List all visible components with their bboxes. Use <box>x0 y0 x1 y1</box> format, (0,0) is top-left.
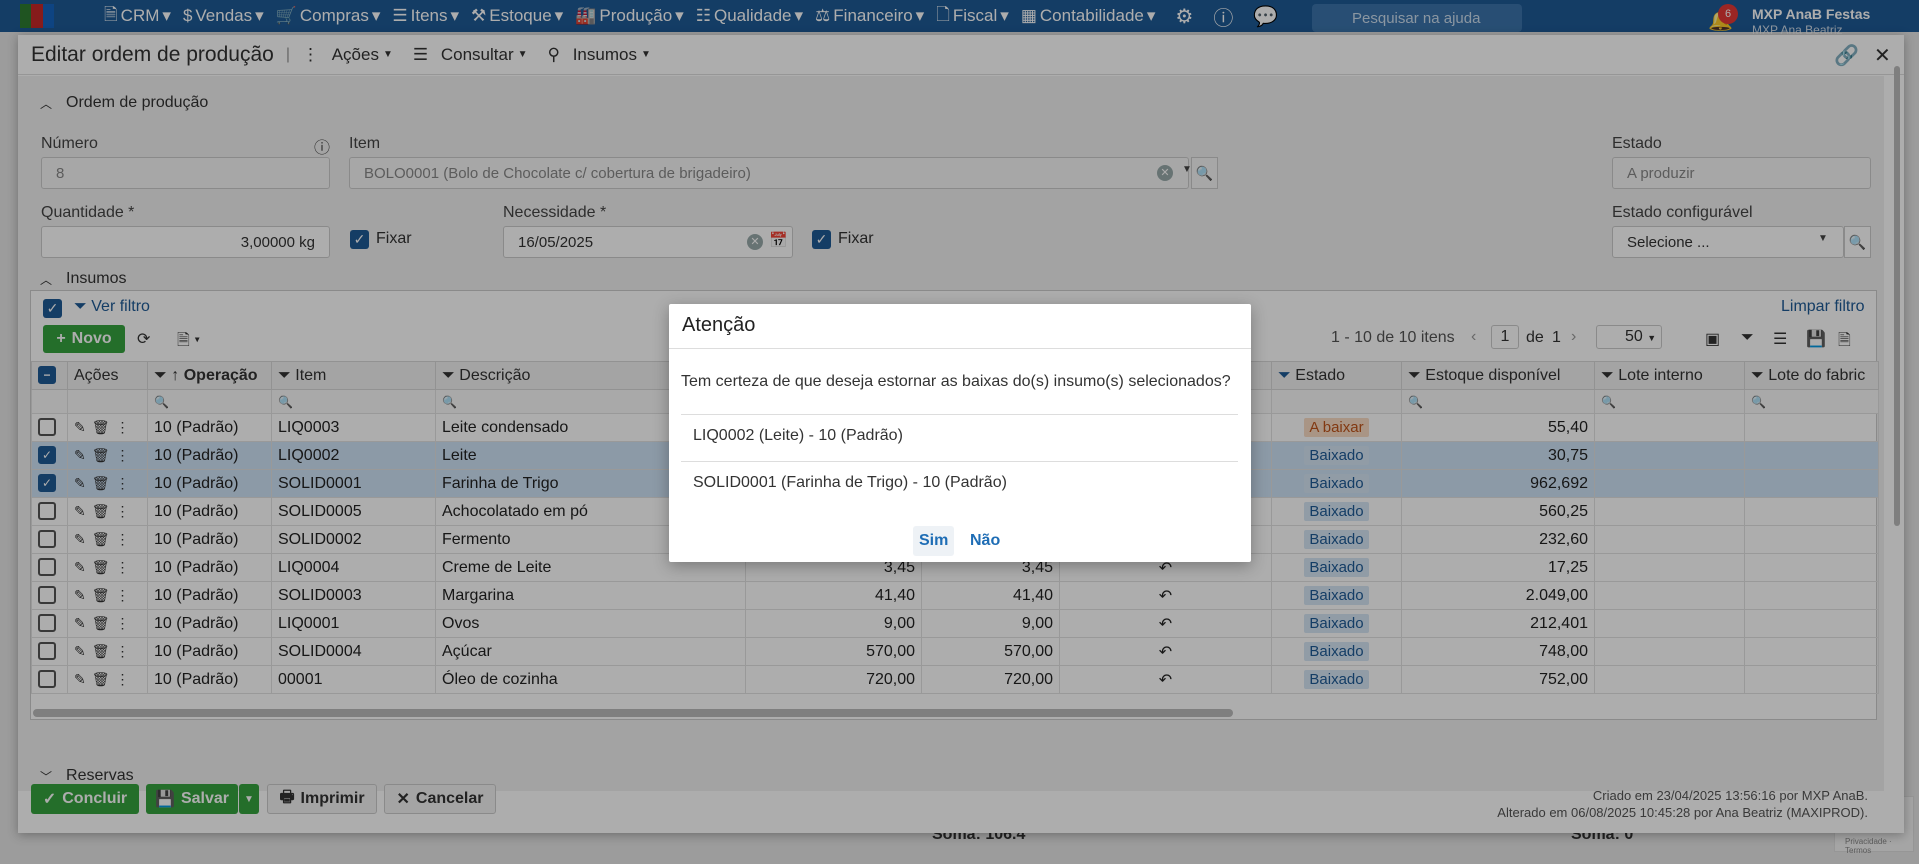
dialog-title: Atenção <box>669 304 1251 349</box>
dialog-list-item: LIQ0002 (Leite) - 10 (Padrão) <box>681 414 1238 457</box>
sim-button[interactable]: Sim <box>913 526 955 556</box>
dialog-message: Tem certeza de que deseja estornar as ba… <box>681 373 1231 390</box>
confirm-dialog: Atenção Tem certeza de que deseja estorn… <box>669 304 1251 562</box>
dialog-list-item: SOLID0001 (Farinha de Trigo) - 10 (Padrã… <box>681 461 1238 504</box>
nao-button[interactable]: Não <box>964 526 1006 556</box>
